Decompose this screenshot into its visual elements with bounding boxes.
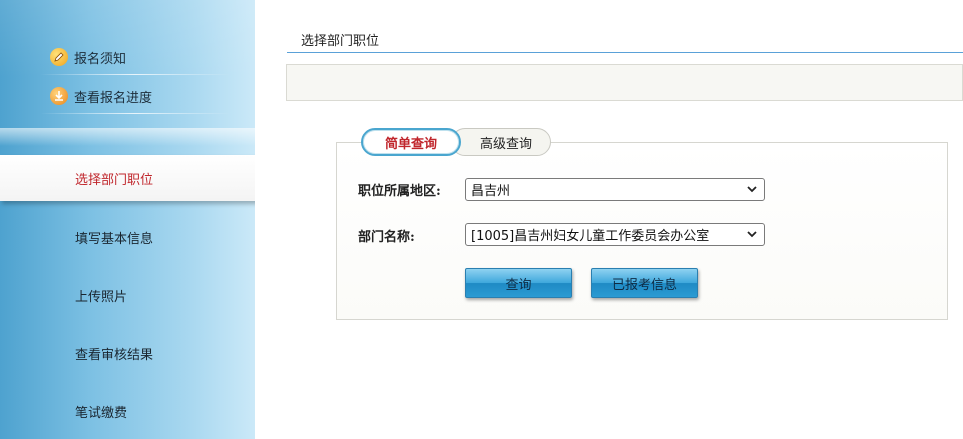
- region-label: 职位所属地区:: [358, 184, 441, 199]
- pencil-icon: [50, 48, 68, 66]
- sidebar-link-progress[interactable]: 查看报名进度: [50, 85, 152, 107]
- tab-label: 简单查询: [384, 136, 437, 152]
- download-icon: [50, 87, 68, 105]
- department-select[interactable]: [1005]昌吉州妇女儿童工作委员会办公室: [465, 223, 765, 246]
- department-select-value: [1005]昌吉州妇女儿童工作委员会办公室: [471, 229, 710, 244]
- chevron-down-icon: [747, 186, 757, 193]
- step-exam-payment[interactable]: 笔试缴费: [75, 402, 127, 421]
- registered-info-button[interactable]: 已报考信息: [591, 268, 698, 298]
- step-view-review-result[interactable]: 查看审核结果: [75, 344, 153, 363]
- step-label: 选择部门职位: [75, 172, 154, 188]
- tab-label: 高级查询: [479, 136, 532, 152]
- tab-simple-query[interactable]: 简单查询: [361, 128, 461, 156]
- sidebar-link-notice[interactable]: 报名须知: [50, 46, 126, 68]
- region-select-value: 昌吉州: [471, 184, 511, 199]
- sidebar-link-label: 报名须知: [74, 51, 127, 67]
- steps-header-band: [0, 128, 255, 146]
- region-select[interactable]: 昌吉州: [465, 178, 765, 201]
- main-content: 选择部门职位 高级查询 简单查询 职位所属地区: 昌吉州 部门名称: [1005…: [255, 0, 963, 439]
- sidebar-link-label: 查看报名进度: [74, 90, 153, 106]
- step-fill-basic-info[interactable]: 填写基本信息: [75, 228, 153, 247]
- button-label: 查询: [505, 277, 532, 293]
- sidebar: 报名须知 查看报名进度 选择部门职位 填写基本信息 上传照片 查看审核结果 笔试…: [0, 0, 255, 439]
- title-underline: [287, 52, 963, 53]
- step-select-position[interactable]: 选择部门职位: [0, 155, 255, 201]
- divider: [40, 113, 230, 114]
- chevron-down-icon: [747, 231, 757, 238]
- divider: [40, 74, 230, 75]
- query-button[interactable]: 查询: [465, 268, 572, 298]
- sidebar-shine: [0, 0, 255, 130]
- step-upload-photo[interactable]: 上传照片: [75, 286, 127, 305]
- button-label: 已报考信息: [611, 277, 677, 293]
- page-title: 选择部门职位: [301, 34, 380, 49]
- tab-advanced-query[interactable]: 高级查询: [451, 128, 551, 156]
- info-box: [286, 64, 963, 101]
- department-label: 部门名称:: [358, 230, 415, 245]
